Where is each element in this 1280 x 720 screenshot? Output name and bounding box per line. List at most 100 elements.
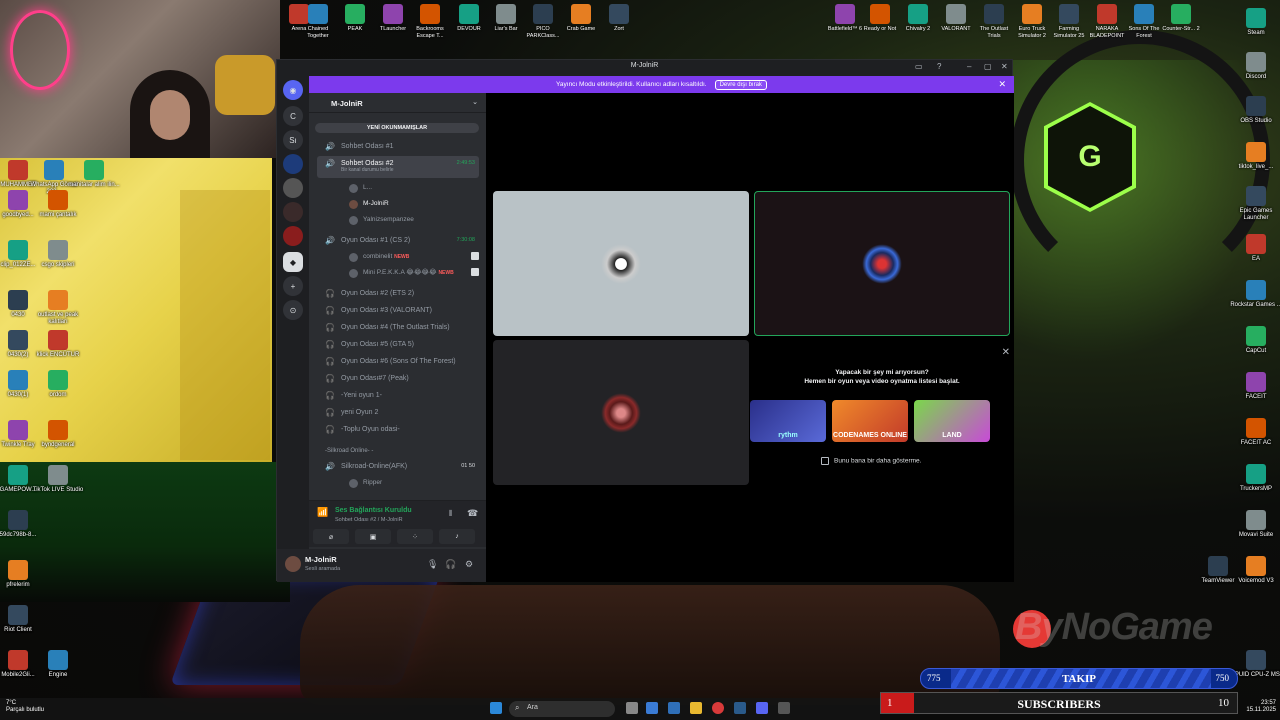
server-header[interactable]: M-JolniR ⌄ — [309, 93, 486, 113]
maximize-button[interactable]: ▢ — [984, 62, 992, 71]
voice-user[interactable]: Ripper — [349, 476, 479, 490]
server-c[interactable]: C — [283, 106, 303, 126]
task-view-icon[interactable] — [626, 702, 638, 714]
channel-ets2[interactable]: 🎧 Oyun Odası #2 (ETS 2) — [317, 286, 479, 301]
voice-user[interactable]: M-JolniR — [349, 197, 479, 211]
title-bar[interactable]: M-JolniR ▭ ? – ▢ ✕ — [277, 60, 1012, 75]
weather-widget[interactable]: 7°C Parçalı bulutlu — [6, 700, 44, 714]
server-si[interactable]: Sı — [283, 130, 303, 150]
desktop-shortcut[interactable]: TruckersMP — [1230, 464, 1280, 493]
channel-valorant[interactable]: 🎧 Oyun Odası #3 (VALORANT) — [317, 303, 479, 318]
activities-button[interactable]: ⁘ — [397, 529, 433, 544]
voice-status[interactable]: Ses Bağlantısı Kuruldu — [335, 507, 412, 514]
desktop-shortcut[interactable]: EA — [1230, 234, 1280, 263]
voice-user[interactable]: Mini P.E.K.K.A 😂😂😂😂 NEWB — [349, 266, 479, 280]
obs-taskbar-icon[interactable] — [778, 702, 790, 714]
desktop-shortcut[interactable]: CapCut — [1230, 326, 1280, 355]
desktop-shortcut[interactable]: Counter-Str... 2 — [1162, 4, 1200, 33]
discord-taskbar-icon[interactable] — [756, 702, 768, 714]
desktop-shortcut[interactable]: Discord — [1230, 52, 1280, 81]
clock[interactable]: 23:57 15.11.2025 — [1238, 700, 1276, 714]
category-silkroad[interactable]: -Silkroad Online- - — [325, 448, 373, 454]
chevron-down-icon[interactable]: ⌄ — [472, 98, 478, 106]
close-window-button[interactable]: ✕ — [1001, 62, 1008, 71]
disconnect-icon[interactable]: ☎ — [467, 508, 478, 519]
search-box[interactable]: ⌕ Ara — [509, 701, 615, 717]
desktop-shortcut[interactable]: Farming Simulator 25 — [1050, 4, 1088, 40]
soundboard-button[interactable]: ♪ — [439, 529, 475, 544]
server-icon-active[interactable]: ◆ — [283, 252, 303, 272]
desktop-shortcut[interactable]: FACEIT — [1230, 372, 1280, 401]
steam-taskbar-icon[interactable] — [734, 702, 746, 714]
headphones-icon[interactable]: 🎧 — [445, 559, 456, 570]
user-name[interactable]: M-JolniR — [305, 555, 337, 564]
desktop-shortcut[interactable]: The Outlast Trials — [975, 4, 1013, 40]
video-tile-speaking[interactable] — [754, 191, 1010, 336]
desktop-shortcut[interactable]: ordom — [32, 370, 84, 399]
desktop-shortcut[interactable]: Engine — [32, 650, 84, 679]
inbox-icon[interactable]: ▭ — [915, 62, 923, 71]
desktop-shortcut[interactable]: Sons Of The Forest — [1125, 4, 1163, 40]
desktop-shortcut[interactable]: Voicemod V3 — [1230, 556, 1280, 585]
help-icon[interactable]: ? — [937, 62, 941, 71]
server-icon-1[interactable] — [283, 154, 303, 174]
new-unreads-pill[interactable]: YENİ OKUNMAMIŞLAR — [315, 123, 479, 133]
desktop-shortcut[interactable]: byndgeneral — [32, 420, 84, 449]
channel-peak[interactable]: 🎧 Oyun Odası#7 (Peak) — [317, 371, 479, 386]
dont-show-again-checkbox[interactable]: Bunu bana bir daha gösterme. — [821, 457, 921, 465]
voice-user[interactable]: Yalnizsempanzee — [349, 213, 479, 227]
desktop-shortcut[interactable]: OBS Studio — [1230, 96, 1280, 125]
desktop-shortcut[interactable]: klick ENCÜTUR — [32, 330, 84, 359]
desktop-shortcut[interactable]: outlast ve peak kalıtları — [32, 290, 84, 326]
desktop-shortcut[interactable]: Steam — [1230, 8, 1280, 37]
voice-channel-path[interactable]: Sohbet Odası #2 / M-JolniR — [335, 517, 403, 523]
gear-icon[interactable]: ⚙ — [465, 559, 473, 570]
desktop-shortcut[interactable]: Riot Client — [0, 605, 44, 634]
activity-card-rythm[interactable]: rythm — [750, 400, 826, 442]
channel-status[interactable]: Bir kanal durumu belirle — [341, 167, 394, 173]
channel-silkroad[interactable]: 🔊 Silkroad-Online(AFK) 01 50 — [317, 459, 479, 474]
desktop-shortcut[interactable]: Chained Together — [299, 4, 337, 40]
channel-yeni-2[interactable]: 🎧 yeni Oyun 2 — [317, 405, 479, 420]
camera-off-button[interactable]: ⌀ — [313, 529, 349, 544]
desktop-shortcut[interactable]: DEVOUR — [450, 4, 488, 33]
noise-icon[interactable]: ⦀ — [449, 509, 453, 519]
server-icon-4[interactable] — [283, 226, 303, 246]
minimize-button[interactable]: – — [967, 62, 971, 71]
video-tile[interactable] — [493, 191, 749, 336]
desktop-shortcut[interactable]: Liar's Bar — [487, 4, 525, 33]
desktop-shortcut[interactable]: tiktok_live_... — [1230, 142, 1280, 171]
file-explorer-icon[interactable] — [690, 702, 702, 714]
channel-cs2[interactable]: 🔊 Oyun Odası #1 (CS 2) 7:30:08 — [317, 233, 479, 248]
desktop-shortcut[interactable]: Chivalry 2 — [899, 4, 937, 33]
voice-user[interactable]: L... — [349, 181, 479, 195]
activity-card-codenames[interactable]: CODENAMES ONLINE — [832, 400, 908, 442]
windows-start-icon[interactable] — [490, 702, 502, 714]
app-icon[interactable] — [668, 702, 680, 714]
channel-sotf[interactable]: 🎧 Oyun Odası #6 (Sons Of The Forest) — [317, 354, 479, 369]
explore-icon[interactable]: ⊙ — [283, 300, 303, 320]
close-icon[interactable]: ✕ — [1002, 347, 1010, 358]
channel-sohbet-1[interactable]: 🔊 Sohbet Odası #1 — [317, 139, 479, 154]
desktop-shortcut[interactable]: PICO PARKClass... — [524, 4, 562, 40]
desktop-shortcut[interactable]: Movavi Suite — [1230, 510, 1280, 539]
desktop-shortcut[interactable]: VALORANT — [937, 4, 975, 33]
desktop-shortcut[interactable]: Crab Game — [562, 4, 600, 33]
desktop-shortcut[interactable]: Epic Games Launcher — [1230, 186, 1280, 222]
voice-user[interactable]: combinelit NEWB — [349, 250, 479, 264]
channel-yeni-1[interactable]: 🎧 -Yeni oyun 1- — [317, 388, 479, 403]
channel-gta5[interactable]: 🎧 Oyun Odası #5 (GTA 5) — [317, 337, 479, 352]
desktop-shortcut[interactable]: Zort — [600, 4, 638, 33]
activity-card-land[interactable]: LAND — [914, 400, 990, 442]
server-icon-3[interactable] — [283, 202, 303, 222]
channel-outlast[interactable]: 🎧 Oyun Odası #4 (The Outlast Trials) — [317, 320, 479, 335]
edge-icon[interactable] — [646, 702, 658, 714]
banner-close-icon[interactable]: ✕ — [998, 79, 1006, 90]
desktop-shortcut[interactable]: Battlefield™ 6 — [826, 4, 864, 33]
desktop-shortcut[interactable]: csgo skipleri — [32, 240, 84, 269]
desktop-shortcut[interactable]: pfrelerim — [0, 560, 44, 589]
desktop-shortcut[interactable]: NARAKA BLADEPOINT — [1088, 4, 1126, 40]
desktop-shortcut[interactable]: Backrooms Escape T... — [411, 4, 449, 40]
add-server-icon[interactable]: + — [283, 276, 303, 296]
desktop-shortcut[interactable]: Euro Truck Simulator 2 — [1013, 4, 1051, 40]
